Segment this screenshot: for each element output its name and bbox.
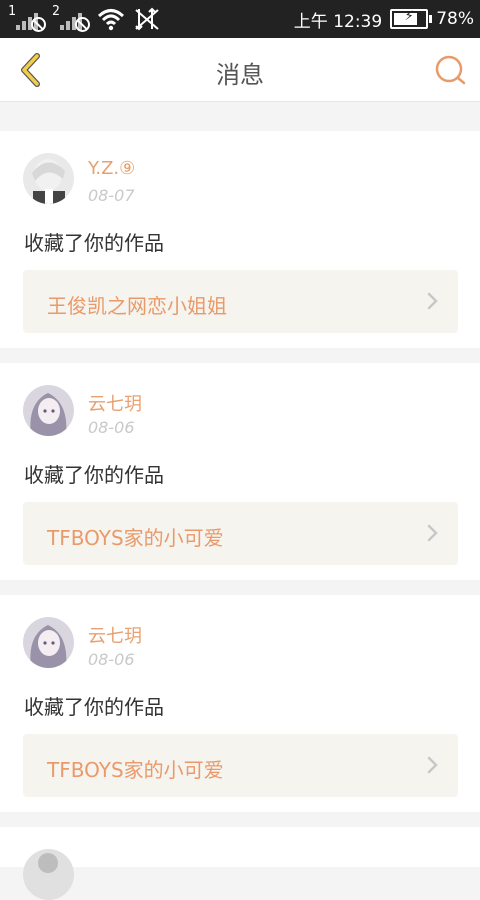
user-name[interactable]: 云七玥 bbox=[88, 390, 142, 416]
work-link[interactable]: 王俊凯之网恋小姐姐 bbox=[23, 270, 458, 333]
chevron-right-icon bbox=[427, 756, 438, 774]
message-card[interactable]: Y.Z.⑨ 08-07 收藏了你的作品 王俊凯之网恋小姐姐 bbox=[0, 131, 480, 348]
avatar[interactable] bbox=[23, 385, 74, 436]
message-card[interactable] bbox=[0, 827, 480, 900]
avatar[interactable] bbox=[23, 849, 74, 900]
work-title: TFBOYS家的小可爱 bbox=[47, 758, 224, 782]
work-link[interactable]: TFBOYS家的小可爱 bbox=[23, 502, 458, 565]
sim1-label: 1 bbox=[8, 4, 16, 19]
no-data-icon bbox=[135, 7, 159, 31]
user-name[interactable]: 云七玥 bbox=[88, 622, 142, 648]
page-title: 消息 bbox=[216, 61, 264, 89]
work-title: 王俊凯之网恋小姐姐 bbox=[47, 294, 227, 318]
chevron-right-icon bbox=[427, 524, 438, 542]
chevron-right-icon bbox=[427, 292, 438, 310]
signal-sim2-icon: 2 bbox=[52, 4, 90, 32]
search-icon[interactable] bbox=[430, 50, 470, 90]
title-bar: 消息 bbox=[0, 38, 480, 102]
charging-icon: ⚡ bbox=[404, 9, 414, 24]
sim2-label: 2 bbox=[52, 4, 60, 19]
signal-sim1-icon: 1 bbox=[8, 4, 46, 32]
avatar[interactable] bbox=[23, 617, 74, 668]
message-date: 08-07 bbox=[88, 186, 135, 205]
avatar[interactable] bbox=[23, 153, 74, 204]
message-card[interactable]: 云七玥 08-06 收藏了你的作品 TFBOYS家的小可爱 bbox=[0, 363, 480, 580]
message-date: 08-06 bbox=[88, 650, 135, 669]
message-action: 收藏了你的作品 bbox=[24, 463, 164, 487]
message-card[interactable]: 云七玥 08-06 收藏了你的作品 TFBOYS家的小可爱 bbox=[0, 595, 480, 812]
message-action: 收藏了你的作品 bbox=[24, 231, 164, 255]
user-name[interactable]: Y.Z.⑨ bbox=[88, 158, 135, 179]
work-title: TFBOYS家的小可爱 bbox=[47, 526, 224, 550]
message-date: 08-06 bbox=[88, 418, 135, 437]
battery-icon: ⚡ bbox=[390, 9, 433, 29]
clock: 上午 12:39 bbox=[293, 11, 383, 32]
status-right: 上午 12:39 ⚡ 78% bbox=[294, 6, 474, 32]
status-left: 1 2 bbox=[8, 4, 160, 32]
work-link[interactable]: TFBOYS家的小可爱 bbox=[23, 734, 458, 797]
battery-percent: 78% bbox=[436, 9, 474, 29]
status-bar: 1 2 上午 12:39 ⚡ 78% bbox=[0, 0, 480, 38]
message-action: 收藏了你的作品 bbox=[24, 695, 164, 719]
wifi-icon bbox=[97, 9, 125, 31]
